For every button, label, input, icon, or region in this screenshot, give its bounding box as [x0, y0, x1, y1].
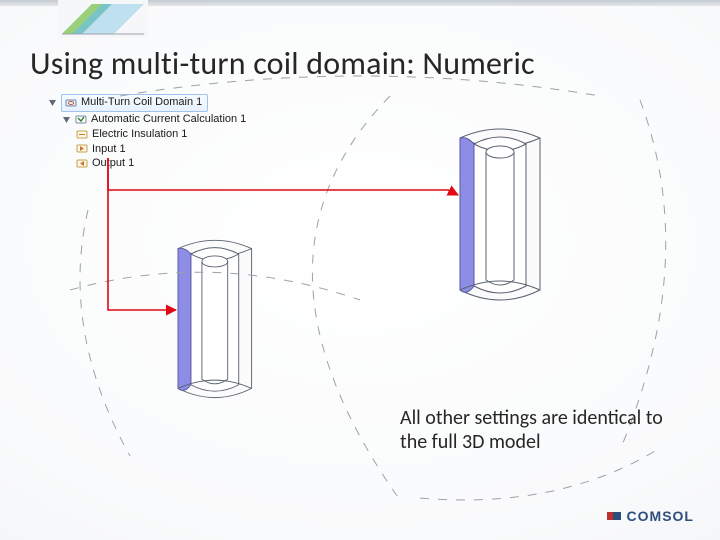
- boundary-node-icon: [76, 158, 88, 169]
- brand-logo: COMSOL: [607, 508, 694, 524]
- coil-domain-icon: [65, 97, 77, 108]
- model-tree: Multi-Turn Coil Domain 1 Automatic Curre…: [48, 94, 246, 171]
- caption: All other settings are identical to the …: [400, 406, 690, 455]
- tree-row-leaf[interactable]: Output 1: [76, 156, 246, 171]
- tree-child-label: Automatic Current Calculation 1: [91, 112, 246, 127]
- tree-root-label: Multi-Turn Coil Domain 1: [81, 95, 202, 110]
- brand-mark-icon: [607, 509, 621, 523]
- tree-row-root[interactable]: Multi-Turn Coil Domain 1: [48, 94, 246, 112]
- tree-row-leaf[interactable]: Input 1: [76, 142, 246, 157]
- boundary-node-icon: [76, 143, 88, 154]
- calc-node-icon: [75, 114, 87, 125]
- brand-text: COMSOL: [627, 508, 694, 524]
- tree-leaf-label: Output 1: [92, 156, 134, 171]
- collapse-icon: [62, 115, 71, 124]
- slide: Using multi-turn coil domain: Numeric Mu…: [0, 0, 720, 540]
- tree-row-autocurrent[interactable]: Automatic Current Calculation 1: [62, 112, 246, 127]
- slide-title: Using multi-turn coil domain: Numeric: [30, 44, 535, 83]
- brand-swatch-icon: [58, 0, 148, 38]
- collapse-icon: [48, 98, 57, 107]
- tree-leaf-label: Input 1: [92, 142, 126, 157]
- tree-leaf-label: Electric Insulation 1: [92, 127, 187, 142]
- boundary-node-icon: [76, 129, 88, 140]
- tree-row-leaf[interactable]: Electric Insulation 1: [76, 127, 246, 142]
